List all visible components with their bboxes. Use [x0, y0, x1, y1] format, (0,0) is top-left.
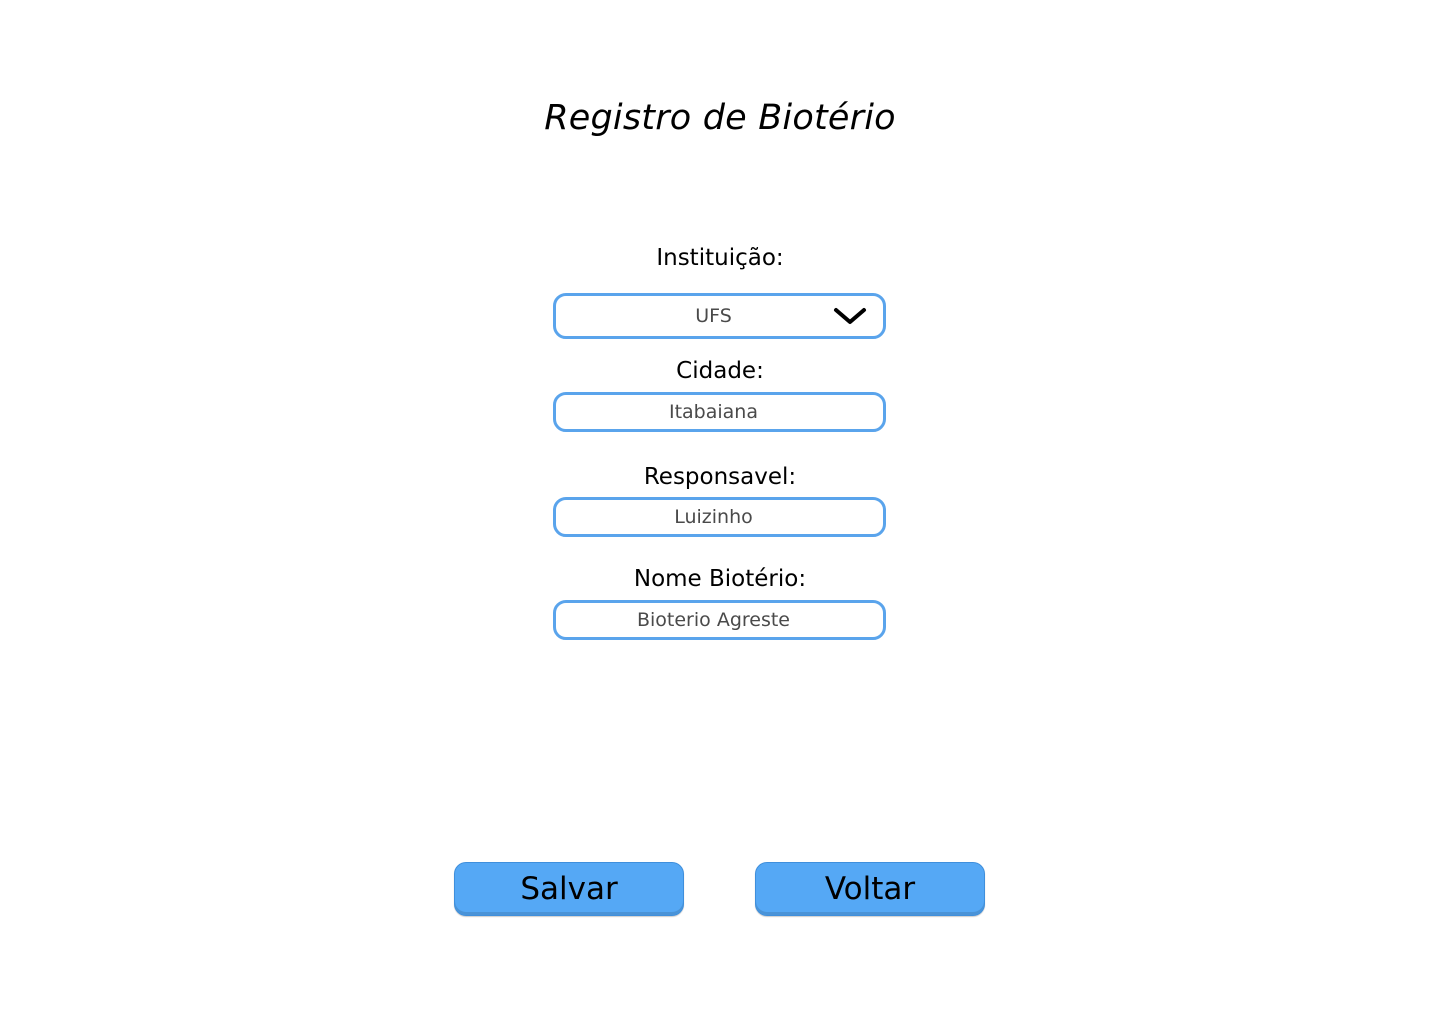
registro-bioterio-page: Registro de Biotério Instituição: UFS Ci… — [0, 0, 1440, 1024]
responsavel-input[interactable]: Luizinho — [553, 497, 886, 537]
page-title: Registro de Biotério — [544, 98, 896, 138]
nome-bioterio-label: Nome Biotério: — [633, 566, 807, 592]
instituicao-selected-value: UFS — [695, 305, 732, 327]
back-button[interactable]: Voltar — [755, 862, 985, 916]
cidade-input[interactable]: Itabaiana — [553, 392, 886, 432]
cidade-value: Itabaiana — [668, 401, 758, 423]
chevron-down-icon[interactable] — [833, 307, 867, 325]
nome-bioterio-input[interactable]: Bioterio Agreste — [553, 600, 886, 640]
save-button[interactable]: Salvar — [454, 862, 684, 916]
instituicao-select[interactable]: UFS — [553, 293, 886, 339]
instituicao-label: Instituição: — [656, 245, 784, 271]
nome-bioterio-value: Bioterio Agreste — [636, 609, 790, 631]
responsavel-label: Responsavel: — [643, 464, 797, 490]
responsavel-value: Luizinho — [674, 506, 753, 528]
cidade-label: Cidade: — [676, 358, 764, 384]
